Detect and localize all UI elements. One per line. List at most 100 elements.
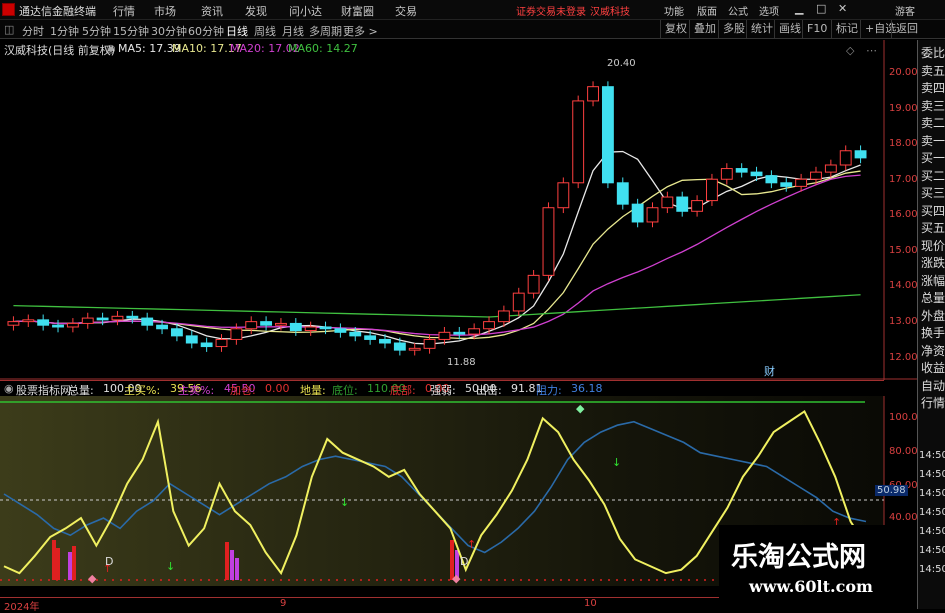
- period-more[interactable]: 更多 >: [343, 23, 378, 39]
- candle-body[interactable]: [245, 321, 258, 330]
- candle-body[interactable]: [854, 150, 867, 159]
- period-daily[interactable]: 日线: [226, 23, 248, 39]
- period-60min[interactable]: 60分钟: [188, 23, 224, 39]
- candle-body[interactable]: [735, 168, 748, 173]
- side-panel-item[interactable]: 买二: [921, 167, 945, 184]
- candle-body[interactable]: [334, 328, 347, 333]
- side-panel-item[interactable]: 收益: [921, 359, 945, 376]
- side-panel-item[interactable]: 14:50: [919, 564, 945, 575]
- candle-body[interactable]: [824, 164, 837, 173]
- candle-body[interactable]: [141, 317, 154, 326]
- candle-body[interactable]: [527, 274, 540, 294]
- mark-button[interactable]: 标记: [831, 20, 862, 38]
- candle-body[interactable]: [215, 338, 228, 348]
- candle-body[interactable]: [364, 335, 377, 340]
- candle-body[interactable]: [260, 321, 273, 326]
- side-panel-item[interactable]: 外盘: [921, 307, 945, 324]
- candle-body[interactable]: [438, 331, 451, 340]
- candle-body[interactable]: [810, 171, 822, 180]
- candle-body[interactable]: [780, 182, 793, 187]
- menu-options[interactable]: 选项: [759, 3, 779, 18]
- candle-body[interactable]: [616, 182, 629, 205]
- window-minimize-icon[interactable]: ▁: [795, 2, 803, 15]
- menu-market[interactable]: 市场: [154, 3, 176, 19]
- period-weekly[interactable]: 周线: [254, 23, 276, 39]
- overlay-button[interactable]: 叠加: [689, 20, 720, 38]
- candle-body[interactable]: [676, 196, 689, 212]
- candle-body[interactable]: [706, 178, 718, 202]
- back-button[interactable]: 返回: [891, 20, 922, 38]
- candle-body[interactable]: [185, 335, 198, 344]
- candle-body[interactable]: [720, 168, 733, 180]
- side-panel-item[interactable]: 卖三: [921, 97, 945, 114]
- candle-body[interactable]: [304, 326, 317, 332]
- candle-body[interactable]: [795, 178, 808, 187]
- candle-body[interactable]: [393, 342, 406, 351]
- side-panel-item[interactable]: 委比: [921, 44, 945, 61]
- side-panel-item[interactable]: 卖一: [921, 132, 945, 149]
- candle-body[interactable]: [319, 326, 332, 330]
- multi-stock-button[interactable]: 多股: [718, 20, 749, 38]
- menu-trade[interactable]: 交易: [395, 3, 417, 19]
- side-panel-item[interactable]: 买三: [921, 184, 945, 201]
- candle-body[interactable]: [156, 324, 168, 330]
- menu-ask[interactable]: 问小达: [289, 3, 322, 19]
- guest-label[interactable]: 游客: [895, 3, 915, 18]
- menu-formula[interactable]: 公式: [728, 3, 748, 18]
- side-panel-item[interactable]: 14:50: [919, 545, 945, 556]
- side-panel-item[interactable]: 涨跌: [921, 254, 945, 271]
- f10-button[interactable]: F10: [802, 20, 831, 38]
- candle-body[interactable]: [587, 86, 599, 102]
- candle-body[interactable]: [750, 171, 763, 177]
- side-panel-item[interactable]: 买五: [921, 219, 945, 236]
- candle-body[interactable]: [66, 322, 79, 328]
- candle-body[interactable]: [52, 324, 64, 328]
- period-intraday[interactable]: 分时: [22, 23, 44, 39]
- candle-body[interactable]: [22, 319, 35, 323]
- candle-body[interactable]: [646, 207, 659, 223]
- eye-icon[interactable]: ◉: [106, 42, 116, 55]
- side-panel-item[interactable]: 现价: [921, 237, 945, 254]
- candle-body[interactable]: [170, 328, 183, 337]
- menu-layout[interactable]: 版面: [697, 3, 717, 18]
- indicator-settings-icon[interactable]: ◉: [4, 382, 14, 395]
- side-panel-item[interactable]: 行情: [921, 394, 945, 411]
- candle-body[interactable]: [408, 347, 421, 351]
- candle-body[interactable]: [423, 338, 436, 349]
- side-panel-item[interactable]: 自动: [921, 377, 945, 394]
- side-panel-item[interactable]: 净资: [921, 342, 945, 359]
- side-panel-item[interactable]: 涨幅: [921, 272, 945, 289]
- candle-body[interactable]: [126, 315, 139, 319]
- menu-wealth[interactable]: 财富圈: [341, 3, 374, 19]
- period-1min[interactable]: 1分钟: [50, 23, 79, 39]
- login-notice[interactable]: 证券交易未登录: [516, 3, 586, 18]
- candle-body[interactable]: [81, 317, 94, 324]
- candle-body[interactable]: [349, 331, 362, 337]
- layout-toggle-icon[interactable]: ◫: [4, 23, 14, 36]
- candle-body[interactable]: [691, 200, 704, 212]
- candle-body[interactable]: [512, 292, 525, 312]
- candle-body[interactable]: [483, 321, 495, 330]
- side-panel-item[interactable]: 买一: [921, 149, 945, 166]
- candle-body[interactable]: [379, 338, 391, 344]
- candle-body[interactable]: [601, 86, 614, 184]
- side-panel-item[interactable]: 14:50: [919, 488, 945, 499]
- candle-body[interactable]: [275, 322, 287, 326]
- finance-marker[interactable]: 财: [764, 363, 775, 379]
- candle-body[interactable]: [557, 182, 570, 209]
- side-panel-item[interactable]: 卖二: [921, 114, 945, 131]
- menu-quotes[interactable]: 行情: [113, 3, 135, 19]
- menu-function[interactable]: 功能: [664, 3, 684, 18]
- candle-body[interactable]: [631, 203, 644, 223]
- side-panel-item[interactable]: 14:50: [919, 526, 945, 537]
- candle-body[interactable]: [765, 175, 778, 184]
- window-maximize-icon[interactable]: □: [816, 2, 826, 15]
- candle-body[interactable]: [542, 207, 555, 276]
- side-panel-item[interactable]: 14:50: [919, 469, 945, 480]
- candle-body[interactable]: [661, 196, 674, 209]
- side-panel-item[interactable]: 14:50: [919, 507, 945, 518]
- draw-button[interactable]: 画线: [774, 20, 805, 38]
- candle-body[interactable]: [468, 328, 481, 335]
- period-5min[interactable]: 5分钟: [82, 23, 111, 39]
- candle-body[interactable]: [96, 317, 109, 321]
